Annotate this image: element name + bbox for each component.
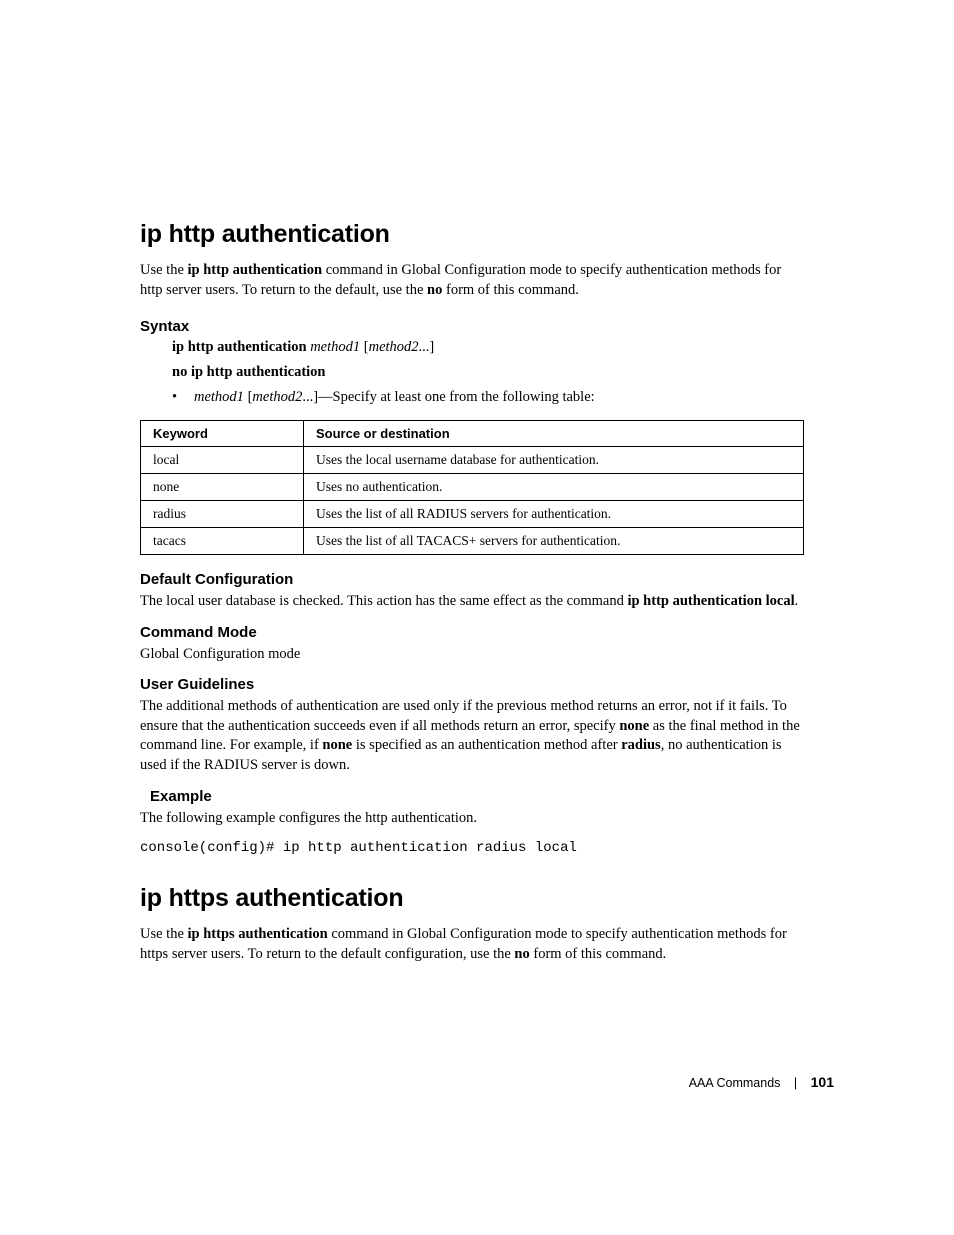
- table-row: radiusUses the list of all RADIUS server…: [141, 501, 804, 528]
- text-bold: ip http authentication local: [627, 593, 794, 609]
- syntax-arg: method1: [307, 339, 364, 355]
- example-heading: Example: [150, 788, 804, 805]
- command-mode-heading: Command Mode: [140, 624, 804, 641]
- text: Use the: [140, 262, 188, 278]
- section-title-1: ip http authentication: [140, 220, 804, 249]
- cell: Uses the list of all TACACS+ servers for…: [304, 528, 804, 555]
- page-number: 101: [811, 1074, 834, 1090]
- bullet-text: method1 [method2...]—Specify at least on…: [194, 389, 595, 406]
- keyword-table: Keyword Source or destination localUses …: [140, 420, 804, 555]
- footer-separator: |: [794, 1076, 797, 1090]
- chapter-name: AAA Commands: [689, 1076, 781, 1090]
- cell: Uses the local username database for aut…: [304, 447, 804, 474]
- bullet-dot: •: [172, 389, 194, 406]
- default-config-text: The local user database is checked. This…: [140, 592, 804, 612]
- table-row: noneUses no authentication.: [141, 474, 804, 501]
- syntax-line-1: ip http authentication method1 [method2.…: [172, 339, 804, 356]
- text-bold: no: [427, 282, 442, 298]
- text: The local user database is checked. This…: [140, 593, 627, 609]
- page-footer: AAA Commands | 101: [689, 1074, 834, 1090]
- command-name: ip http authentication: [188, 262, 323, 278]
- bullet-item: • method1 [method2...]—Specify at least …: [172, 389, 804, 406]
- cell: none: [141, 474, 304, 501]
- arg: method2: [252, 389, 302, 405]
- default-config-heading: Default Configuration: [140, 571, 804, 588]
- document-page: ip http authentication Use the ip http a…: [0, 0, 954, 964]
- text: form of this command.: [530, 946, 667, 962]
- syntax-line-2: no ip http authentication: [172, 364, 804, 381]
- table-row: tacacsUses the list of all TACACS+ serve…: [141, 528, 804, 555]
- command-name: ip https authentication: [188, 926, 328, 942]
- command-mode-text: Global Configuration mode: [140, 645, 804, 665]
- example-text: The following example configures the htt…: [140, 809, 804, 829]
- text-bold: none: [619, 718, 649, 734]
- text: form of this command.: [442, 282, 579, 298]
- text: .: [795, 593, 799, 609]
- console-output: console(config)# ip http authentication …: [140, 840, 804, 856]
- text: Use the: [140, 926, 188, 942]
- text-bold: no: [514, 946, 529, 962]
- user-guidelines-heading: User Guidelines: [140, 676, 804, 693]
- text: ...]—Specify at least one from the follo…: [302, 389, 594, 405]
- intro-paragraph-1: Use the ip http authentication command i…: [140, 261, 804, 300]
- syntax-heading: Syntax: [140, 318, 804, 335]
- arg: method1: [194, 389, 248, 405]
- table-body: localUses the local username database fo…: [141, 447, 804, 555]
- cell: Uses the list of all RADIUS servers for …: [304, 501, 804, 528]
- cell: tacacs: [141, 528, 304, 555]
- syntax-arg: method2: [369, 339, 419, 355]
- text: is specified as an authentication method…: [352, 737, 621, 753]
- text: ...]: [419, 339, 435, 355]
- intro-paragraph-2: Use the ip https authentication command …: [140, 925, 804, 964]
- col-header-keyword: Keyword: [141, 421, 304, 447]
- text-bold: none: [322, 737, 352, 753]
- table-row: localUses the local username database fo…: [141, 447, 804, 474]
- text-bold: radius: [621, 737, 661, 753]
- section-title-2: ip https authentication: [140, 884, 804, 913]
- col-header-source: Source or destination: [304, 421, 804, 447]
- cell: radius: [141, 501, 304, 528]
- table-header-row: Keyword Source or destination: [141, 421, 804, 447]
- cell: Uses no authentication.: [304, 474, 804, 501]
- syntax-cmd: ip http authentication: [172, 339, 307, 355]
- cell: local: [141, 447, 304, 474]
- user-guidelines-text: The additional methods of authentication…: [140, 697, 804, 775]
